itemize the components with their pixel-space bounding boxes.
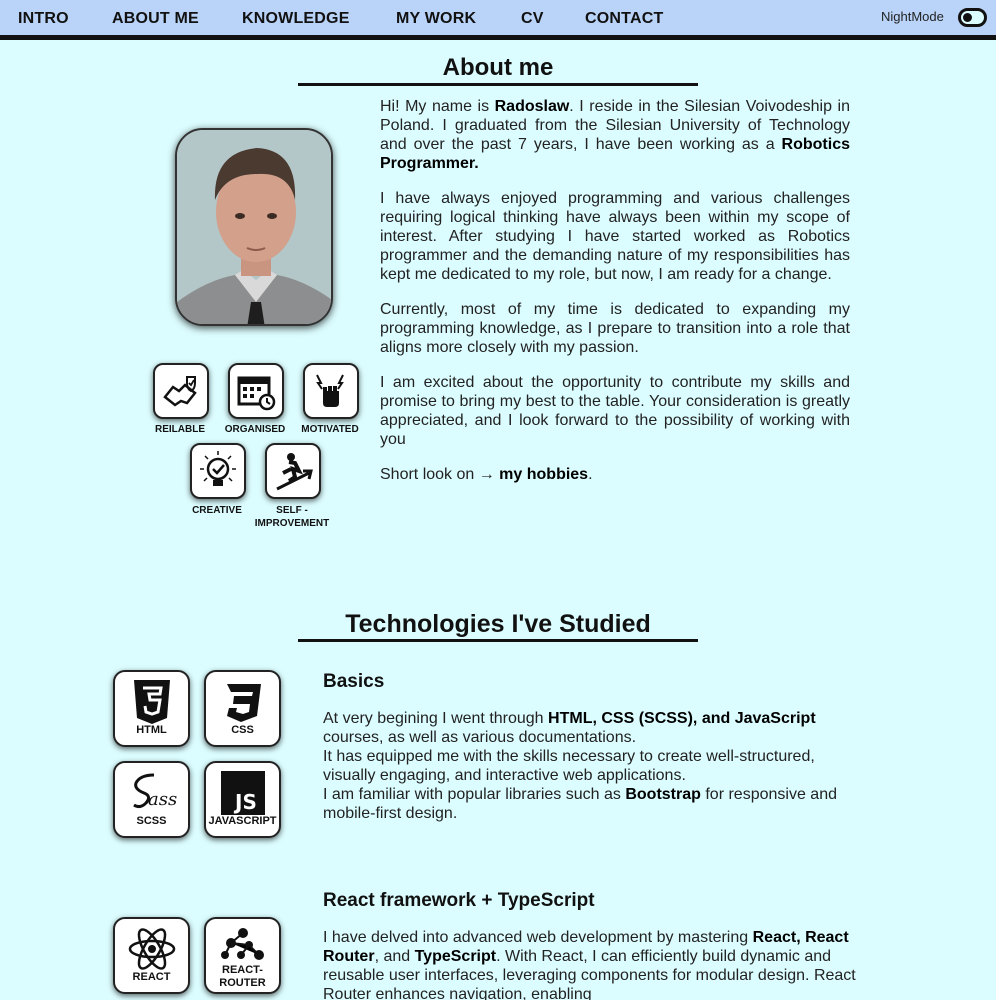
sass-icon: ass — [132, 773, 177, 810]
basics-text: At very begining I went through HTML, CS… — [323, 710, 837, 822]
nav-knowledge[interactable]: KNOWLEDGE — [242, 10, 350, 28]
about-heading: About me — [298, 54, 698, 86]
react-title: React framework + TypeScript — [323, 890, 595, 911]
react-tile: REACT — [113, 917, 190, 994]
tile-label: JAVASCRIPT — [208, 815, 277, 827]
tile-label: SCSS — [136, 815, 167, 827]
technologies-heading: Technologies I've Studied — [298, 610, 698, 642]
react-router-tile: REACT-ROUTER — [204, 917, 281, 994]
hobbies-link[interactable]: my hobbies — [499, 466, 588, 483]
css3-icon — [226, 684, 261, 722]
react-icon — [128, 928, 175, 970]
toggle-knob — [963, 13, 972, 22]
lightbulb-icon — [190, 443, 246, 499]
fist-icon — [303, 363, 359, 419]
handshake-icon — [153, 363, 209, 419]
nav-my-work[interactable]: MY WORK — [396, 10, 476, 28]
top-navbar: INTRO ABOUT ME KNOWLEDGE MY WORK CV CONT… — [0, 0, 996, 40]
react-router-icon — [220, 928, 264, 960]
trait-label: MOTIVATED — [301, 424, 359, 435]
scss-tile: ass SCSS — [113, 761, 190, 838]
nav-about-me[interactable]: ABOUT ME — [112, 10, 199, 28]
javascript-icon: JS — [220, 771, 265, 815]
react-text: I have delved into advanced web developm… — [323, 929, 856, 1000]
basics-title: Basics — [323, 671, 385, 692]
javascript-tile: JS JAVASCRIPT — [204, 761, 281, 838]
tile-label: HTML — [136, 724, 167, 736]
nav-intro[interactable]: INTRO — [18, 10, 69, 28]
nav-cv[interactable]: CV — [521, 10, 544, 28]
trait-label: SELF - IMPROVEMENT — [254, 505, 330, 529]
nav-contact[interactable]: CONTACT — [585, 10, 663, 28]
tile-label: CSS — [231, 724, 254, 736]
about-paragraph-1: Hi! My name is Radoslaw. I reside in the… — [380, 98, 850, 172]
html-tile: HTML — [113, 670, 190, 747]
svg-text:ass: ass — [148, 789, 177, 810]
tile-label: REACT-ROUTER — [219, 964, 266, 989]
profile-photo — [175, 128, 333, 326]
about-paragraph-2: I have always enjoyed programming and va… — [380, 190, 850, 283]
about-paragraph-3: Currently, most of my time is dedicated … — [380, 301, 850, 356]
css-tile: CSS — [204, 670, 281, 747]
svg-text:JS: JS — [233, 790, 257, 814]
about-paragraph-4: I am excited about the opportunity to co… — [380, 374, 850, 448]
stairs-climber-icon — [265, 443, 321, 499]
hobbies-line: Short look on → my hobbies. — [380, 466, 593, 483]
html5-icon — [133, 680, 170, 724]
tile-label: REACT — [132, 971, 171, 983]
about-text: Hi! My name is Radoslaw. I reside in the… — [380, 97, 850, 500]
nightmode-toggle[interactable] — [958, 8, 987, 27]
calendar-icon — [228, 363, 284, 419]
nightmode-label: NightMode — [881, 9, 944, 24]
